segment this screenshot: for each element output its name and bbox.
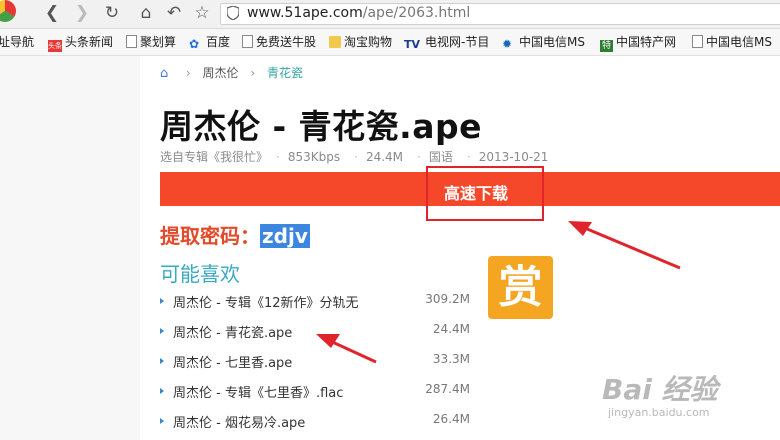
item-name[interactable]: 周杰伦 - 专辑《12新作》分轨无 bbox=[173, 292, 359, 311]
page-icon bbox=[126, 35, 137, 48]
bookmark-label: 头条新闻 bbox=[65, 35, 114, 49]
bookmark-label: 免费送牛股 bbox=[256, 35, 317, 49]
breadcrumb-separator: › bbox=[250, 66, 256, 80]
back-icon[interactable]: ❮ bbox=[42, 3, 62, 23]
item-name[interactable]: 周杰伦 - 专辑《七里香》.flac bbox=[173, 382, 343, 401]
item-size: 26.4M bbox=[432, 412, 470, 426]
home-icon[interactable]: ⌂ bbox=[136, 3, 156, 23]
song-meta: 选自专辑《我很忙》 · 853Kbps · 24.4M · 国语 · 2013-10-21 bbox=[160, 148, 554, 165]
bookmark-item[interactable]: 聚划算 bbox=[126, 34, 176, 50]
bookmark-label: 百度 bbox=[206, 35, 231, 49]
extract-label: 提取密码： bbox=[160, 224, 260, 248]
page-icon bbox=[692, 35, 703, 48]
forward-icon[interactable]: ❯ bbox=[72, 3, 92, 23]
browser-toolbar: ❮ ❯ ↻ ⌂ ↶ ☆ www.51ape.com/ape/2063.html bbox=[0, 0, 780, 29]
bookmark-label: 淘宝购物 bbox=[344, 35, 393, 49]
arrow-icon bbox=[568, 221, 681, 270]
bookmark-item[interactable]: 特中国特产网 bbox=[600, 34, 677, 52]
extract-code[interactable]: zdjv bbox=[260, 224, 310, 248]
language-label: 国语 bbox=[428, 150, 453, 164]
url-path: /ape/2063.html bbox=[362, 5, 471, 21]
tv-icon: TV bbox=[404, 38, 421, 51]
breadcrumb-artist[interactable]: 周杰伦 bbox=[202, 66, 238, 80]
list-item[interactable]: 周杰伦 - 专辑《12新作》分轨无 309.2M bbox=[160, 292, 470, 312]
page-title: 周杰伦 - 青花瓷.ape bbox=[160, 107, 482, 146]
watermark-url: jingyan.baidu.com bbox=[608, 406, 710, 419]
bullet-icon bbox=[160, 388, 164, 394]
browser-logo-icon[interactable] bbox=[0, 0, 16, 22]
bookmark-label: 中国特产网 bbox=[616, 35, 677, 49]
item-size: 309.2M bbox=[425, 292, 470, 306]
url-text[interactable]: www.51ape.com/ape/2063.html bbox=[247, 5, 470, 21]
watermark-brand: Bai 经验 bbox=[602, 373, 718, 406]
list-item[interactable]: 周杰伦 - 烟花易冷.ape 26.4M bbox=[160, 412, 470, 432]
list-item[interactable]: 周杰伦 - 专辑《七里香》.flac 287.4M bbox=[160, 382, 470, 402]
bookmark-item[interactable]: 中国电信MS bbox=[692, 34, 772, 50]
bullet-icon bbox=[160, 418, 164, 424]
baidu-paw-icon: ✿ bbox=[189, 37, 200, 51]
item-size: 33.3M bbox=[432, 352, 470, 366]
bookmark-item[interactable]: 淘宝购物 bbox=[329, 34, 392, 50]
bookmark-item[interactable]: TV 电视网-节目 bbox=[404, 34, 490, 51]
bullet-icon bbox=[160, 358, 164, 364]
bitrate-label: 853Kbps bbox=[287, 150, 341, 164]
date-label: 2013-10-21 bbox=[478, 150, 549, 164]
bookmark-item[interactable]: ✹ 中国电信MS bbox=[502, 34, 585, 51]
telecom-icon: ✹ bbox=[502, 37, 513, 51]
download-button[interactable]: 高速下载 bbox=[444, 180, 508, 204]
reward-button[interactable]: 赏 bbox=[488, 256, 553, 319]
left-margin bbox=[0, 56, 140, 440]
list-item[interactable]: 周杰伦 - 七里香.ape 33.3M bbox=[160, 352, 470, 372]
breadcrumb-current[interactable]: 青花瓷 bbox=[267, 66, 303, 80]
bookmark-label: 中国电信MS bbox=[706, 35, 772, 49]
star-icon[interactable]: ☆ bbox=[192, 3, 212, 23]
bullet-icon bbox=[160, 328, 164, 334]
meta-separator: · bbox=[276, 150, 280, 164]
list-item[interactable]: 周杰伦 - 青花瓷.ape 24.4M bbox=[160, 322, 470, 342]
item-name[interactable]: 周杰伦 - 七里香.ape bbox=[173, 352, 292, 371]
bookmark-label: 址导航 bbox=[0, 35, 35, 49]
meta-separator: · bbox=[354, 150, 358, 164]
related-heading: 可能喜欢 bbox=[160, 262, 240, 286]
album-label: 选自专辑《我很忙》 bbox=[160, 150, 263, 164]
shield-icon bbox=[227, 6, 239, 20]
breadcrumb-separator: › bbox=[185, 66, 191, 80]
bookmarks-bar: 址导航 头条 头条新闻 聚划算 ✿ 百度 免费送牛股 淘宝购物 TV 电视网-节目 ✹… bbox=[0, 29, 780, 56]
item-name[interactable]: 周杰伦 - 青花瓷.ape bbox=[173, 322, 292, 341]
url-host: www.51ape.com bbox=[247, 5, 363, 21]
bookmark-item[interactable]: 免费送牛股 bbox=[242, 34, 316, 50]
size-label: 24.4M bbox=[365, 150, 404, 164]
specialty-icon: 特 bbox=[600, 40, 613, 52]
folder-icon bbox=[329, 36, 341, 48]
toutiao-icon: 头条 bbox=[48, 40, 62, 52]
bookmark-item[interactable]: 头条 头条新闻 bbox=[48, 34, 114, 52]
item-size: 287.4M bbox=[425, 382, 470, 396]
meta-separator: · bbox=[466, 150, 471, 164]
address-bar[interactable]: www.51ape.com/ape/2063.html bbox=[220, 3, 780, 25]
item-size: 24.4M bbox=[432, 322, 470, 336]
extract-code-line: 提取密码： zdjv bbox=[160, 220, 310, 249]
meta-separator: · bbox=[417, 150, 421, 164]
bookmark-label: 中国电信MS bbox=[519, 35, 585, 49]
bookmark-label: 聚划算 bbox=[140, 35, 177, 49]
reload-icon[interactable]: ↻ bbox=[102, 3, 122, 23]
bookmark-item[interactable]: 址导航 bbox=[0, 34, 34, 50]
bookmark-label: 电视网-节目 bbox=[425, 35, 490, 49]
bullet-icon bbox=[160, 298, 164, 304]
item-name[interactable]: 周杰伦 - 烟花易冷.ape bbox=[173, 412, 305, 431]
bookmark-item[interactable]: ✿ 百度 bbox=[189, 34, 231, 51]
home-icon[interactable]: ⌂ bbox=[160, 66, 174, 81]
watermark: Bai 经验 jingyan.baidu.com bbox=[596, 368, 776, 438]
page-icon bbox=[242, 35, 253, 48]
breadcrumb: ⌂ › 周杰伦 › 青花瓷 bbox=[160, 64, 303, 81]
undo-icon[interactable]: ↶ bbox=[164, 3, 184, 23]
